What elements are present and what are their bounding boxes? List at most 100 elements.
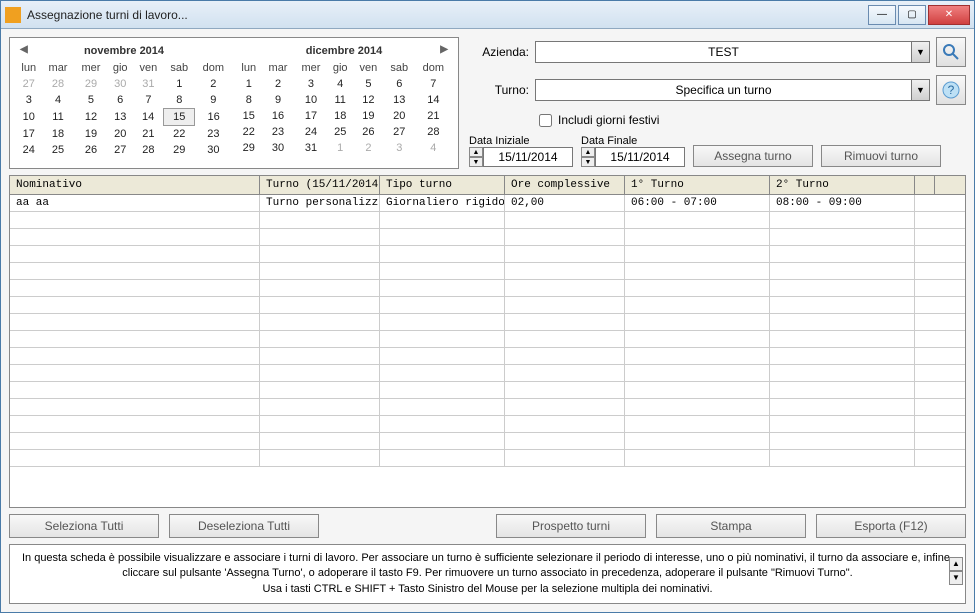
maximize-button[interactable]: ▢ bbox=[898, 5, 926, 25]
dropdown-icon[interactable]: ▼ bbox=[911, 80, 929, 100]
stampa-button[interactable]: Stampa bbox=[656, 514, 806, 538]
col-t1[interactable]: 1° Turno bbox=[625, 176, 770, 194]
cal-day[interactable]: 19 bbox=[74, 126, 107, 143]
cal-day[interactable]: 22 bbox=[164, 126, 195, 143]
cal-day[interactable]: 20 bbox=[107, 126, 133, 143]
cal-day[interactable]: 7 bbox=[133, 92, 164, 109]
cal-day[interactable]: 29 bbox=[74, 76, 107, 92]
cal-day[interactable]: 26 bbox=[74, 142, 107, 158]
cal-day[interactable]: 31 bbox=[133, 76, 164, 92]
cal-day[interactable]: 17 bbox=[294, 108, 327, 124]
table-row[interactable] bbox=[10, 212, 965, 229]
cal-day[interactable]: 5 bbox=[74, 92, 107, 109]
cal-day[interactable]: 2 bbox=[195, 76, 232, 92]
close-button[interactable]: ✕ bbox=[928, 5, 970, 25]
cal-day[interactable]: 21 bbox=[133, 126, 164, 143]
cal-day[interactable]: 30 bbox=[195, 142, 232, 158]
cal-day[interactable]: 3 bbox=[384, 140, 415, 156]
cal-day[interactable]: 8 bbox=[236, 92, 262, 108]
cal-day[interactable]: 4 bbox=[415, 140, 452, 156]
grid-body[interactable]: aa aaTurno personalizzatoGiornaliero rig… bbox=[10, 195, 965, 507]
cal-next-icon[interactable]: ▶ bbox=[436, 42, 452, 57]
cal-day[interactable]: 3 bbox=[16, 92, 42, 109]
cal-day[interactable]: 13 bbox=[384, 92, 415, 108]
table-row[interactable] bbox=[10, 314, 965, 331]
cal-day[interactable]: 3 bbox=[294, 76, 327, 92]
cal-day[interactable]: 6 bbox=[384, 76, 415, 92]
cal-day[interactable]: 8 bbox=[164, 92, 195, 109]
deseleziona-button[interactable]: Deseleziona Tutti bbox=[169, 514, 319, 538]
cal-day[interactable]: 7 bbox=[415, 76, 452, 92]
cal-day[interactable]: 25 bbox=[42, 142, 75, 158]
cal-day[interactable]: 23 bbox=[262, 124, 295, 140]
table-row[interactable] bbox=[10, 331, 965, 348]
cal-day[interactable]: 15 bbox=[236, 108, 262, 124]
cal-day[interactable]: 9 bbox=[262, 92, 295, 108]
cal-prev-icon[interactable]: ◀ bbox=[16, 42, 32, 57]
spin-up-icon[interactable]: ▲ bbox=[581, 147, 595, 157]
cal-day[interactable]: 1 bbox=[164, 76, 195, 92]
cal-day[interactable]: 29 bbox=[236, 140, 262, 156]
table-row[interactable] bbox=[10, 348, 965, 365]
cal-day[interactable]: 20 bbox=[384, 108, 415, 124]
turno-combo[interactable]: Specifica un turno ▼ bbox=[535, 79, 930, 101]
table-row[interactable] bbox=[10, 297, 965, 314]
scroll-up-icon[interactable]: ▲ bbox=[949, 557, 963, 571]
azienda-combo[interactable]: TEST ▼ bbox=[535, 41, 930, 63]
cal-day[interactable]: 28 bbox=[133, 142, 164, 158]
scroll-down-icon[interactable]: ▼ bbox=[949, 571, 963, 585]
minimize-button[interactable]: — bbox=[868, 5, 896, 25]
cal-day[interactable]: 25 bbox=[327, 124, 353, 140]
search-button[interactable] bbox=[936, 37, 966, 67]
cal-day[interactable]: 16 bbox=[262, 108, 295, 124]
cal-day[interactable]: 24 bbox=[16, 142, 42, 158]
table-row[interactable] bbox=[10, 433, 965, 450]
cal-day[interactable]: 16 bbox=[195, 109, 232, 126]
cal-day[interactable]: 31 bbox=[294, 140, 327, 156]
calendar-right[interactable]: dicembre 2014 ▶ lunmarmergiovensabdom123… bbox=[236, 42, 452, 158]
col-nominativo[interactable]: Nominativo bbox=[10, 176, 260, 194]
cal-day[interactable]: 12 bbox=[74, 109, 107, 126]
cal-day[interactable]: 14 bbox=[133, 109, 164, 126]
table-row[interactable] bbox=[10, 399, 965, 416]
col-t2[interactable]: 2° Turno bbox=[770, 176, 915, 194]
cal-day[interactable]: 22 bbox=[236, 124, 262, 140]
table-row[interactable]: aa aaTurno personalizzatoGiornaliero rig… bbox=[10, 195, 965, 212]
cal-day[interactable]: 1 bbox=[327, 140, 353, 156]
col-turno[interactable]: Turno (15/11/2014) bbox=[260, 176, 380, 194]
calendar-left[interactable]: ◀ novembre 2014 lunmarmergiovensabdom272… bbox=[16, 42, 232, 158]
cal-day[interactable]: 10 bbox=[294, 92, 327, 108]
cal-day[interactable]: 27 bbox=[16, 76, 42, 92]
spin-down-icon[interactable]: ▼ bbox=[581, 157, 595, 167]
col-ore[interactable]: Ore complessive bbox=[505, 176, 625, 194]
cal-day[interactable]: 11 bbox=[42, 109, 75, 126]
table-row[interactable] bbox=[10, 263, 965, 280]
cal-day[interactable]: 27 bbox=[107, 142, 133, 158]
cal-day[interactable]: 30 bbox=[262, 140, 295, 156]
cal-day[interactable]: 28 bbox=[415, 124, 452, 140]
cal-day[interactable]: 10 bbox=[16, 109, 42, 126]
esporta-button[interactable]: Esporta (F12) bbox=[816, 514, 966, 538]
cal-day[interactable]: 2 bbox=[262, 76, 295, 92]
table-row[interactable] bbox=[10, 416, 965, 433]
help-button[interactable]: ? bbox=[936, 75, 966, 105]
cal-day[interactable]: 2 bbox=[353, 140, 384, 156]
table-row[interactable] bbox=[10, 365, 965, 382]
includi-checkbox[interactable] bbox=[539, 114, 552, 127]
cal-day[interactable]: 17 bbox=[16, 126, 42, 143]
cal-day[interactable]: 18 bbox=[42, 126, 75, 143]
table-row[interactable] bbox=[10, 280, 965, 297]
cal-day[interactable]: 23 bbox=[195, 126, 232, 143]
cal-day[interactable]: 6 bbox=[107, 92, 133, 109]
rimuovi-button[interactable]: Rimuovi turno bbox=[821, 145, 941, 167]
col-tipo[interactable]: Tipo turno bbox=[380, 176, 505, 194]
spin-up-icon[interactable]: ▲ bbox=[469, 147, 483, 157]
table-row[interactable] bbox=[10, 450, 965, 467]
spin-down-icon[interactable]: ▼ bbox=[469, 157, 483, 167]
data-finale-input[interactable] bbox=[595, 147, 685, 167]
cal-day[interactable]: 5 bbox=[353, 76, 384, 92]
cal-day[interactable]: 26 bbox=[353, 124, 384, 140]
cal-day[interactable]: 13 bbox=[107, 109, 133, 126]
cal-day[interactable]: 12 bbox=[353, 92, 384, 108]
cal-day[interactable]: 4 bbox=[42, 92, 75, 109]
